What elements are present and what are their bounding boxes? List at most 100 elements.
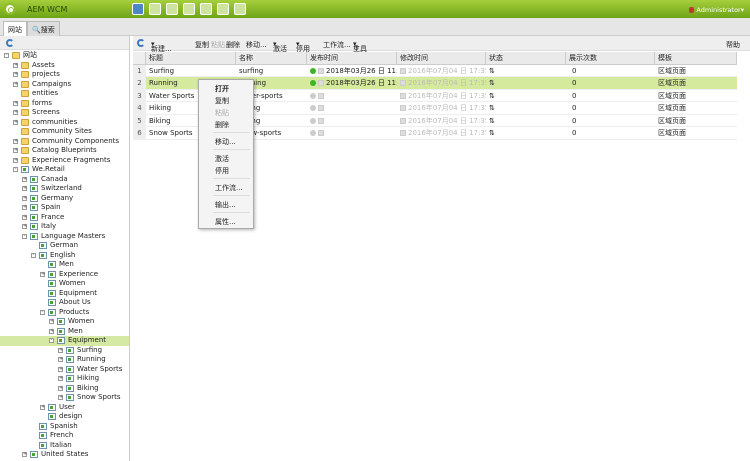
copy-button[interactable]: 复制 [195,40,209,50]
expand-icon[interactable]: + [13,119,18,125]
expand-icon[interactable]: + [40,271,45,277]
tree-node[interactable]: - We.Retail [0,165,129,175]
move-button[interactable]: 移动... [246,40,267,50]
expand-icon[interactable]: + [58,347,63,353]
context-menu-item[interactable]: 粘贴 [215,108,229,118]
users-icon[interactable] [200,3,212,15]
context-menu-item[interactable]: 删除 [215,120,229,130]
tags-icon[interactable] [234,3,246,15]
expand-icon[interactable]: + [22,205,27,210]
column-header[interactable]: 标题 [146,52,236,64]
paste-button[interactable]: 粘贴 [211,40,225,50]
expand-icon[interactable]: + [22,224,27,229]
column-header[interactable]: 发布时间 [307,52,397,64]
tree-node[interactable]: - Equipment [0,336,129,346]
tools-button[interactable]: ⚙ 工具 ▾ [353,40,367,53]
expand-icon[interactable]: + [13,138,18,144]
expand-icon[interactable]: + [13,100,18,106]
context-menu-item[interactable]: 输出... [215,200,236,210]
context-menu-item[interactable]: 复制 [215,96,229,106]
column-header[interactable]: 展示次数 [566,52,655,64]
dam-icon[interactable] [149,3,161,15]
expand-icon[interactable]: + [13,72,18,77]
tree-node[interactable]: design [0,412,129,422]
tree-node[interactable]: + Campaigns [0,80,129,90]
tools-icon[interactable] [217,3,229,15]
expand-icon[interactable]: + [22,452,27,457]
expand-icon[interactable]: + [13,157,18,163]
collapse-icon[interactable]: - [13,167,18,172]
column-header[interactable]: 状态 [486,52,566,64]
context-menu-item[interactable]: 移动... [215,137,236,147]
collapse-icon[interactable]: - [22,233,27,239]
tree-node[interactable]: - Products [0,308,129,318]
tree-node[interactable]: + communities [0,118,129,128]
column-header[interactable]: 模板 [655,52,737,64]
tree-node[interactable]: + Community Components [0,137,129,147]
expand-icon[interactable]: + [58,385,63,391]
collapse-icon[interactable]: - [31,252,36,258]
tree-node[interactable]: entities [0,89,129,99]
tree-node[interactable]: + Germany [0,194,129,204]
tree-node[interactable]: + United States [0,450,129,460]
tree-node[interactable]: + Screens [0,108,129,118]
context-menu-item[interactable]: 激活 [215,154,229,164]
tree-node[interactable]: + Italy [0,222,129,232]
context-menu-item[interactable]: 打开 [215,84,229,94]
tree-node[interactable]: + France [0,213,129,223]
tree-node[interactable]: German [0,241,129,251]
collapse-icon[interactable]: - [49,338,54,343]
tab-websites[interactable]: 网站 [3,21,27,36]
help-button[interactable]: 帮助 [726,40,740,50]
tree-node[interactable]: + Experience Fragments [0,156,129,166]
expand-icon[interactable]: + [58,395,63,400]
context-menu-item[interactable]: 属性... [215,217,236,227]
tab-search[interactable]: 🔍搜索 [27,21,60,36]
expand-icon[interactable]: + [58,376,63,381]
expand-icon[interactable]: + [58,366,63,372]
tree-node[interactable]: French [0,431,129,441]
tree-node[interactable]: Spanish [0,422,129,432]
inbox-icon[interactable] [183,3,195,15]
expand-icon[interactable]: + [22,186,27,191]
column-header[interactable]: 修改时间 [397,52,486,64]
tree-node[interactable]: - English [0,251,129,261]
expand-icon[interactable]: + [13,110,18,115]
tree-node[interactable]: Men [0,260,129,270]
tree-node[interactable]: + Canada [0,175,129,185]
tree-node[interactable]: Women [0,279,129,289]
tree-node[interactable]: + projects [0,70,129,80]
tree-node[interactable]: + Men [0,327,129,337]
tree-node[interactable]: + Snow Sports [0,393,129,403]
expand-icon[interactable]: + [22,176,27,182]
tree-node[interactable]: + Running [0,355,129,365]
tree-node[interactable]: + User [0,403,129,413]
tree-node[interactable]: + Experience [0,270,129,280]
tree-node[interactable]: + Water Sports [0,365,129,375]
deactivate-button[interactable]: 停用 ▾ [296,40,310,53]
tree-node[interactable]: + Surfing [0,346,129,356]
expand-icon[interactable]: + [58,357,63,362]
tree-node[interactable]: + Spain [0,203,129,213]
campaigns-icon[interactable] [166,3,178,15]
refresh-icon[interactable] [137,39,145,47]
table-row[interactable]: 1 Surfing surfing 2018年03月26 日 11:10 201… [133,64,737,77]
column-header[interactable]: 名称 [236,52,307,64]
tree-node[interactable]: Italian [0,441,129,451]
expand-icon[interactable]: + [40,404,45,410]
user-menu[interactable]: Administrator▾ [689,6,744,14]
websites-icon[interactable] [132,3,144,15]
tree-node[interactable]: + Hiking [0,374,129,384]
tree-node[interactable]: + Catalog Blueprints [0,146,129,156]
delete-button[interactable]: 删除 [226,40,240,50]
tree-node[interactable]: + forms [0,99,129,109]
expand-icon[interactable]: + [22,214,27,220]
activate-button[interactable]: 激活 ▾ [273,40,287,53]
expand-icon[interactable]: + [13,148,18,153]
expand-icon[interactable]: + [49,319,54,324]
tree-node[interactable]: + Biking [0,384,129,394]
collapse-icon[interactable]: - [40,309,45,315]
tree-node[interactable]: Community Sites [0,127,129,137]
tree-node[interactable]: About Us [0,298,129,308]
tree-node[interactable]: - Language Masters [0,232,129,242]
